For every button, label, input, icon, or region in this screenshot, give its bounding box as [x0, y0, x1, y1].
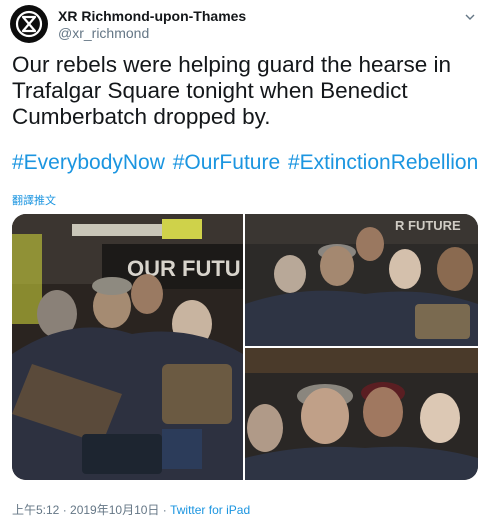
media-grid: OUR FUTU R FUTURE [12, 214, 478, 480]
timestamp[interactable]: 上午5:12 · 2019年10月10日 [12, 503, 159, 517]
footer-separator: · [159, 503, 171, 517]
hashtag-everybodynow[interactable]: #EverybodyNow [12, 151, 165, 174]
extinction-symbol-icon [15, 10, 43, 38]
author-handle[interactable]: @xr_richmond [58, 25, 149, 41]
photo-2[interactable]: R FUTURE [245, 214, 478, 346]
photo-3[interactable] [245, 348, 478, 480]
tweet-footer: 上午5:12 · 2019年10月10日 · Twitter for iPad [12, 501, 250, 518]
tweet-text: Our rebels were helping guard the hearse… [12, 52, 452, 129]
chevron-down-icon[interactable] [464, 10, 476, 22]
hashtag-extinctionrebellion[interactable]: #ExtinctionRebellion [288, 151, 478, 174]
source-link[interactable]: Twitter for iPad [170, 503, 250, 517]
hashtag-row: #EverybodyNow #OurFuture #ExtinctionRebe… [12, 150, 480, 176]
avatar[interactable] [10, 5, 48, 43]
hashtag-ourfuture[interactable]: #OurFuture [173, 151, 280, 174]
author-display-name[interactable]: XR Richmond-upon-Thames [58, 8, 246, 24]
tweet: XR Richmond-upon-Thames @xr_richmond Our… [0, 0, 480, 518]
banner-text: R FUTURE [395, 218, 461, 233]
translate-tweet-link[interactable]: 翻譯推文 [12, 192, 56, 208]
photo-1[interactable]: OUR FUTU [12, 214, 243, 480]
